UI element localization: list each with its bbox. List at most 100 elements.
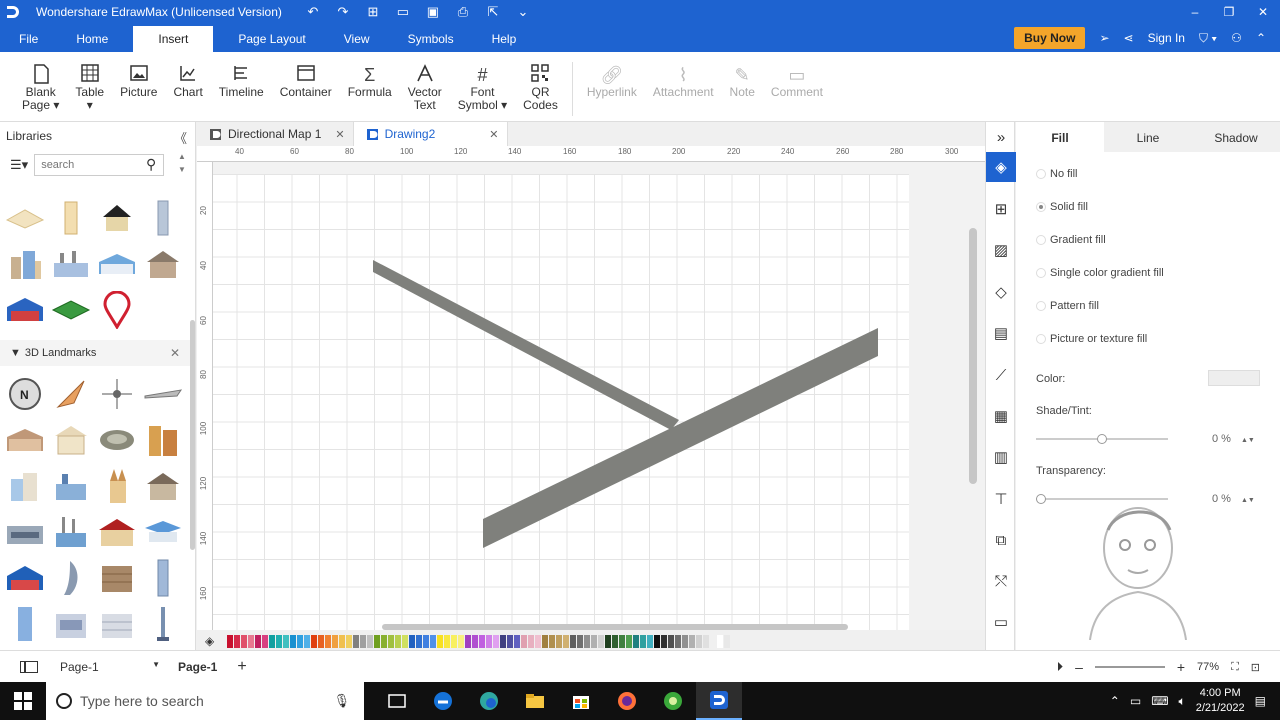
shape-house-dark-roof[interactable] [94,200,140,236]
shape-compass-arrow[interactable] [48,376,94,412]
buy-now-button[interactable]: Buy Now [1014,27,1086,49]
full-screen-icon[interactable]: ⊡ [1251,661,1260,674]
shape-refinery[interactable] [48,514,94,550]
file-explorer-icon[interactable] [512,682,558,720]
menu-home[interactable]: Home [57,24,127,52]
share-icon[interactable]: ⋖ [1124,31,1134,45]
color-swatch[interactable] [493,634,499,648]
collapse-panel-icon[interactable]: 《 [174,128,187,147]
color-swatch[interactable] [563,634,569,648]
attachment-button[interactable]: ⌇ Attachment [645,52,722,99]
color-swatch[interactable] [591,634,597,648]
timeline-button[interactable]: Timeline [211,52,272,99]
color-swatch[interactable] [311,634,317,648]
fill-option-single-color-gradient[interactable]: Single color gradient fill [1036,267,1164,279]
shape-north-compass[interactable]: N [2,376,48,412]
restore-icon[interactable]: ❐ [1212,0,1246,24]
color-swatch[interactable] [248,634,254,648]
table-button[interactable]: Table ▾ [67,52,112,112]
slider-knob[interactable] [1036,494,1046,504]
shape-skyscraper-blue[interactable] [2,606,48,642]
color-swatch[interactable] [339,634,345,648]
search-icon[interactable]: ⚲ [146,156,156,173]
road-segment-diagonal-down[interactable] [373,260,679,430]
color-swatch[interactable] [717,634,723,648]
color-swatch[interactable] [633,634,639,648]
tab-drawing2[interactable]: Drawing2 ✕ [353,122,508,146]
comment-button[interactable]: ▭ Comment [763,52,831,99]
color-swatch[interactable] [395,634,401,648]
color-swatch[interactable] [689,634,695,648]
fill-bucket-icon[interactable]: ◈ [205,634,221,648]
notifications-icon[interactable]: ▤ [1255,694,1266,708]
expand-panel-icon[interactable]: » [986,122,1016,152]
color-swatch[interactable] [444,634,450,648]
color-swatch[interactable] [276,634,282,648]
data-chart-icon[interactable]: ⟋ [986,360,1016,390]
shape-red-school[interactable] [94,514,140,550]
menu-page-layout[interactable]: Page Layout [219,24,324,52]
shade-tint-value[interactable]: 0 % ▲▼ [1212,433,1255,445]
fill-option-solid-fill[interactable]: Solid fill [1036,201,1088,213]
shape-needle-tower[interactable] [140,606,186,642]
search-spinner[interactable]: ▲ ▼ [174,150,190,176]
tab-fill[interactable]: Fill [1016,122,1104,152]
color-swatch[interactable] [388,634,394,648]
color-swatch[interactable] [626,634,632,648]
shape-office-cluster[interactable] [2,246,48,282]
customize-chevron-icon[interactable]: ⌄ [514,4,532,20]
page-selector-dropdown[interactable]: Page-1 ▼ [60,660,160,674]
shape-factory[interactable] [48,246,94,282]
menu-insert[interactable]: Insert [133,26,214,52]
color-swatch[interactable] [451,634,457,648]
firefox-icon[interactable] [604,682,650,720]
shape-power-plant[interactable] [48,468,94,504]
color-swatch[interactable] [521,634,527,648]
edge-legacy-icon[interactable] [420,682,466,720]
close-tab-icon[interactable]: ✕ [335,128,344,141]
close-tab-icon[interactable]: ✕ [489,128,498,141]
color-swatch[interactable] [479,634,485,648]
color-swatch[interactable] [360,634,366,648]
fill-style-icon[interactable]: ◈ [986,152,1016,182]
color-swatch[interactable] [647,634,653,648]
color-swatch[interactable] [598,634,604,648]
color-swatch[interactable] [549,634,555,648]
formula-button[interactable]: Σ Formula [340,52,400,99]
microsoft-store-icon[interactable] [558,682,604,720]
color-swatch[interactable] [241,634,247,648]
camtasia-icon[interactable] [650,682,696,720]
menu-file[interactable]: File [0,24,57,52]
color-swatch[interactable] [703,634,709,648]
color-swatch[interactable] [472,634,478,648]
collapse-ribbon-icon[interactable]: ⌃ [1256,31,1266,45]
color-swatch[interactable] [577,634,583,648]
stepper-icon[interactable]: ▲▼ [1241,497,1255,504]
shape-pillar[interactable] [48,200,94,236]
color-swatch[interactable] [353,634,359,648]
shape-cottage[interactable] [140,468,186,504]
close-section-icon[interactable]: ✕ [170,346,180,360]
shape-hospital[interactable] [2,468,48,504]
menu-symbols[interactable]: Symbols [389,24,473,52]
color-swatch[interactable] [430,634,436,648]
color-swatch[interactable] [458,634,464,648]
vector-text-button[interactable]: Vector Text [400,52,450,112]
zoom-in-icon[interactable]: + [1177,659,1185,675]
shape-flat-block[interactable] [2,200,48,236]
shape-glass-tower[interactable] [140,559,186,597]
color-swatch[interactable] [584,634,590,648]
font-symbol-button[interactable]: # Font Symbol ▾ [450,52,515,112]
tab-line[interactable]: Line [1104,122,1192,152]
color-swatch[interactable] [297,634,303,648]
fill-option-gradient-fill[interactable]: Gradient fill [1036,234,1106,246]
color-swatch[interactable] [661,634,667,648]
color-swatch[interactable] [724,634,730,648]
color-swatch[interactable] [654,634,660,648]
export-icon[interactable]: ⇱ [484,4,502,20]
shape-warehouse[interactable] [94,246,140,282]
color-swatch[interactable] [381,634,387,648]
print-icon[interactable]: ⎙ [454,4,472,20]
container-button[interactable]: Container [272,52,340,99]
close-icon[interactable]: ✕ [1246,0,1280,24]
